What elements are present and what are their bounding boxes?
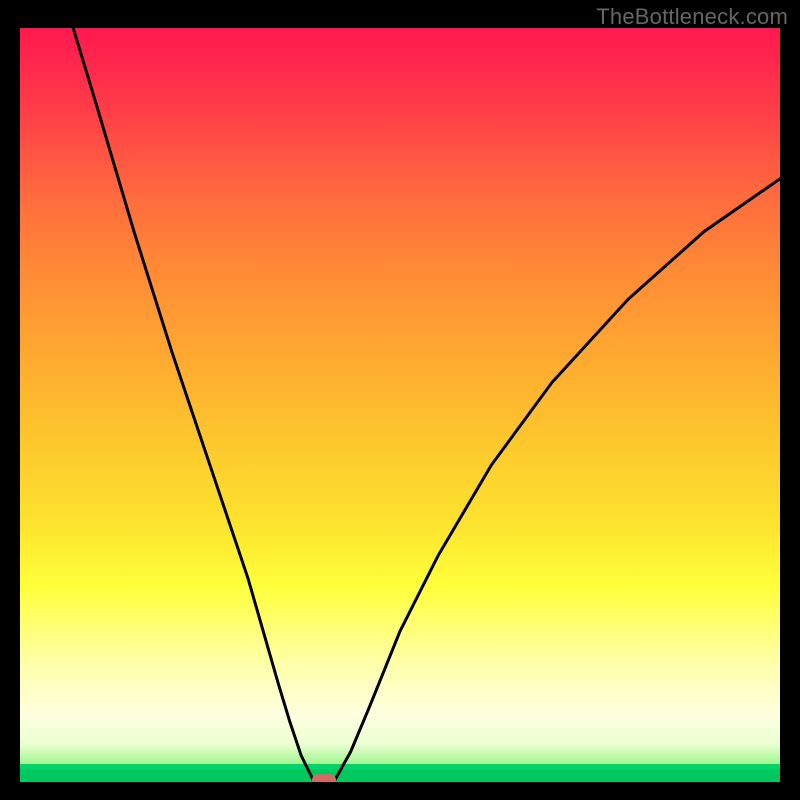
gradient-plot-area bbox=[20, 28, 780, 782]
minimum-marker bbox=[312, 774, 336, 782]
curve-svg bbox=[20, 28, 780, 782]
chart-frame: TheBottleneck.com bbox=[0, 0, 800, 800]
bottleneck-curve-left bbox=[73, 28, 313, 781]
bottleneck-curve-right bbox=[335, 179, 780, 781]
watermark-text: TheBottleneck.com bbox=[596, 4, 788, 30]
